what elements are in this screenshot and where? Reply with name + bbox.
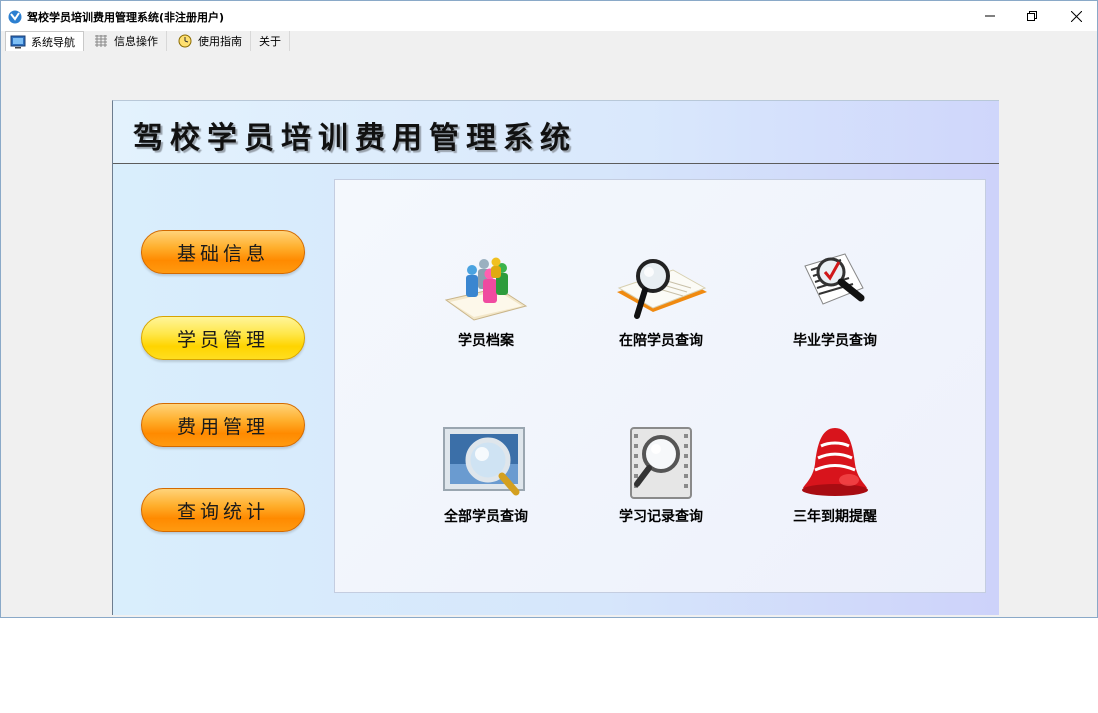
close-button[interactable] xyxy=(1053,1,1098,31)
tile-student-records[interactable]: 学员档案 xyxy=(416,248,556,358)
system-title: 驾校学员培训费用管理系统 xyxy=(133,121,577,156)
people-icon xyxy=(444,257,528,321)
document-search-icon xyxy=(804,253,865,305)
grid-icon xyxy=(95,35,107,47)
tab-system-nav[interactable]: 系统导航 xyxy=(5,31,84,51)
close-icon xyxy=(1070,10,1082,22)
tab-label: 关于 xyxy=(259,35,281,48)
tab-label: 系统导航 xyxy=(31,35,75,49)
tab-user-guide[interactable]: 使用指南 xyxy=(173,31,251,51)
bell-icon xyxy=(802,428,868,496)
tile-graduate-query[interactable]: 毕业学员查询 xyxy=(765,248,905,358)
fee-management-button[interactable]: 费用管理 xyxy=(141,403,305,447)
tile-label: 毕业学员查询 xyxy=(793,333,877,349)
tab-strip: 系统导航 信息操作 使用指南 关于 xyxy=(1,31,1097,51)
button-label: 查询统计 xyxy=(176,500,269,523)
tab-about[interactable]: 关于 xyxy=(255,31,290,51)
student-management-button[interactable]: 学员管理 xyxy=(141,316,305,360)
tile-label: 三年到期提醒 xyxy=(793,509,877,525)
button-label: 费用管理 xyxy=(176,415,269,438)
tile-all-students-query[interactable]: 全部学员查询 xyxy=(416,424,556,534)
film-search-icon xyxy=(630,427,692,499)
restore-button[interactable] xyxy=(1009,1,1055,31)
tile-three-year-expiry-reminder[interactable]: 三年到期提醒 xyxy=(765,424,905,534)
tile-label: 学员档案 xyxy=(458,333,514,349)
minimize-icon xyxy=(985,15,995,17)
minimize-button[interactable] xyxy=(967,1,1013,31)
tab-label: 信息操作 xyxy=(114,35,158,48)
picture-search-icon xyxy=(443,427,525,496)
window-title: 驾校学员培训费用管理系统(非注册用户) xyxy=(27,11,225,24)
app-window: 驾校学员培训费用管理系统(非注册用户) 系统导航 信息操作 使用指南 关于 驾校… xyxy=(0,0,1098,618)
basic-info-button[interactable]: 基础信息 xyxy=(141,230,305,274)
tile-current-student-query[interactable]: 在陪学员查询 xyxy=(591,248,731,358)
monitor-icon xyxy=(10,35,26,48)
tab-label: 使用指南 xyxy=(198,35,242,48)
button-label: 学员管理 xyxy=(176,328,269,351)
tab-info-ops[interactable]: 信息操作 xyxy=(89,31,167,51)
button-label: 基础信息 xyxy=(176,242,269,265)
tile-study-record-query[interactable]: 学习记录查询 xyxy=(591,424,731,534)
title-bar[interactable]: 驾校学员培训费用管理系统(非注册用户) xyxy=(1,1,1097,31)
query-stats-button[interactable]: 查询统计 xyxy=(141,488,305,532)
main-area: 驾校学员培训费用管理系统 基础信息 学员管理 费用管理 查询统计 学员档案 在陪… xyxy=(112,100,999,615)
restore-icon xyxy=(1027,11,1037,21)
app-logo-icon xyxy=(8,10,22,24)
header-banner: 驾校学员培训费用管理系统 xyxy=(113,101,999,164)
tile-label: 全部学员查询 xyxy=(444,509,528,525)
function-panel: 学员档案 在陪学员查询 毕业学员查询 全部学员查询 学习记录查询 三年到期提醒 xyxy=(334,179,986,593)
tile-label: 学习记录查询 xyxy=(619,509,703,525)
book-search-icon xyxy=(617,259,707,319)
tile-label: 在陪学员查询 xyxy=(619,333,703,349)
clock-icon xyxy=(178,34,192,48)
